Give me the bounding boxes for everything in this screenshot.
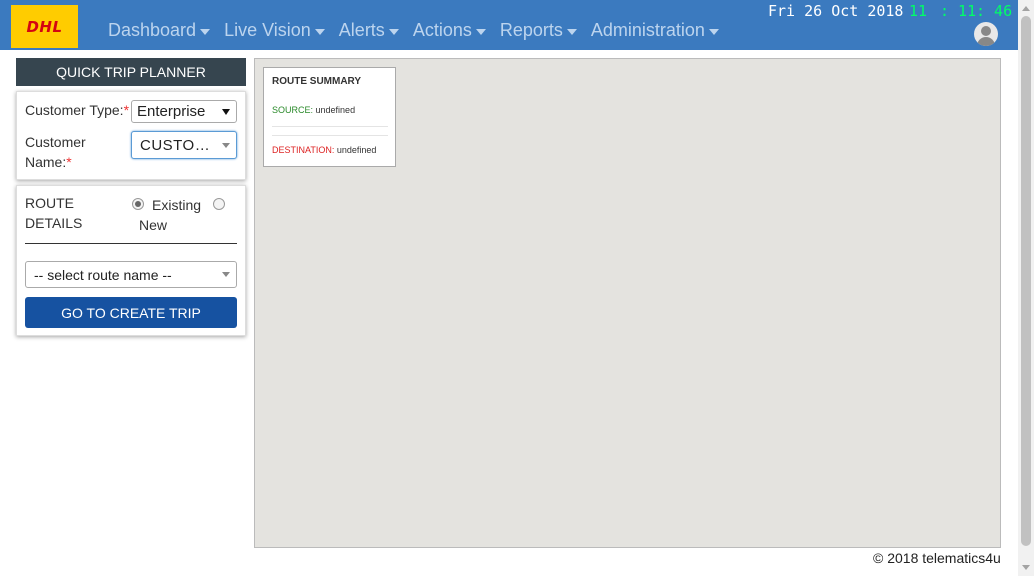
dropdown-arrow-icon xyxy=(222,108,230,115)
customer-type-label: Customer Type:* xyxy=(25,100,129,120)
route-summary-box: ROUTE SUMMARY SOURCE: undefined DESTINAT… xyxy=(263,67,396,167)
destination-value: undefined xyxy=(336,145,377,155)
scroll-up-arrow-icon[interactable] xyxy=(1022,6,1030,11)
dropdown-arrow-icon xyxy=(222,272,230,277)
source-label: SOURCE: xyxy=(272,105,314,115)
map-area[interactable]: ROUTE SUMMARY SOURCE: undefined DESTINAT… xyxy=(254,58,1001,548)
route-details-label-2: DETAILS xyxy=(25,215,83,231)
avatar-head xyxy=(981,26,991,36)
nav-dashboard[interactable]: Dashboard xyxy=(108,20,211,41)
route-summary-title: ROUTE SUMMARY xyxy=(272,76,362,87)
route-details-card: ROUTE DETAILS Existing New -- select rou… xyxy=(16,185,246,336)
top-navbar: DHL Dashboard Live Vision Alerts Actions… xyxy=(0,0,1018,50)
route-name-select[interactable]: -- select route name -- xyxy=(25,261,237,288)
dhl-logo[interactable]: DHL xyxy=(11,5,78,48)
destination-label: DESTINATION: xyxy=(272,145,335,155)
nav-alerts[interactable]: Alerts xyxy=(339,20,399,41)
customer-name-select[interactable]: CUSTOMER xyxy=(131,131,237,159)
scroll-thumb[interactable] xyxy=(1021,16,1031,546)
nav-actions[interactable]: Actions xyxy=(413,20,486,41)
chevron-down-icon xyxy=(388,28,399,35)
source-value: undefined xyxy=(315,105,356,115)
customer-type-select[interactable]: Enterprise xyxy=(131,100,237,123)
route-details-label: ROUTE DETAILS xyxy=(25,193,82,233)
chevron-down-icon xyxy=(475,28,486,35)
source-line: SOURCE: undefined xyxy=(272,105,355,115)
page-scrollbar[interactable] xyxy=(1018,0,1034,576)
chevron-down-icon xyxy=(314,28,325,35)
go-to-create-trip-button[interactable]: GO TO CREATE TRIP xyxy=(25,297,237,328)
clock-minute: : 11 xyxy=(940,2,977,20)
radio-existing[interactable] xyxy=(132,198,144,210)
customer-name-label-1: Customer xyxy=(25,134,86,150)
avatar-body xyxy=(977,37,995,46)
copyright-footer: © 2018 telematics4u xyxy=(873,550,1001,566)
dropdown-arrow-icon xyxy=(222,142,230,148)
nav-reports-label: Reports xyxy=(499,20,563,40)
radio-new[interactable] xyxy=(213,198,225,210)
user-avatar-icon[interactable] xyxy=(974,22,998,46)
customer-name-value: CUSTOMER xyxy=(140,136,222,154)
clock-second: : 46 xyxy=(976,2,1013,20)
planner-title: QUICK TRIP PLANNER xyxy=(16,58,246,86)
radio-new-label[interactable]: New xyxy=(139,215,167,235)
nav-actions-label: Actions xyxy=(412,20,472,40)
chevron-down-icon xyxy=(708,28,719,35)
nav-reports[interactable]: Reports xyxy=(500,20,577,41)
summary-divider xyxy=(272,135,388,136)
customer-type-value: Enterprise xyxy=(137,103,206,120)
customer-name-label-2: Name: xyxy=(25,154,67,170)
radio-existing-label[interactable]: Existing xyxy=(152,195,201,215)
destination-line: DESTINATION: undefined xyxy=(272,145,376,155)
scroll-down-arrow-icon[interactable] xyxy=(1022,565,1030,570)
customer-name-label: Customer Name:* xyxy=(25,132,86,172)
required-mark: * xyxy=(66,154,72,170)
main-nav: Dashboard Live Vision Alerts Actions Rep… xyxy=(108,20,733,41)
required-mark: * xyxy=(123,102,130,118)
nav-live-vision[interactable]: Live Vision xyxy=(224,20,325,41)
customer-type-label-text: Customer Type: xyxy=(25,102,124,118)
route-divider xyxy=(25,243,237,244)
nav-dashboard-label: Dashboard xyxy=(108,20,197,40)
route-details-label-1: ROUTE xyxy=(25,195,74,211)
route-name-placeholder: -- select route name -- xyxy=(34,266,172,283)
chevron-down-icon xyxy=(566,28,577,35)
nav-live-vision-label: Live Vision xyxy=(224,20,311,40)
nav-administration[interactable]: Administration xyxy=(591,20,719,41)
chevron-down-icon xyxy=(200,28,211,35)
customer-card: Customer Type:* Enterprise Customer Name… xyxy=(16,91,246,180)
nav-administration-label: Administration xyxy=(590,20,705,40)
current-date: Fri 26 Oct 2018 xyxy=(768,2,904,20)
clock-hour: 11 xyxy=(909,2,928,20)
nav-alerts-label: Alerts xyxy=(338,20,385,40)
logo-text: DHL xyxy=(26,17,63,36)
summary-divider xyxy=(272,126,388,127)
